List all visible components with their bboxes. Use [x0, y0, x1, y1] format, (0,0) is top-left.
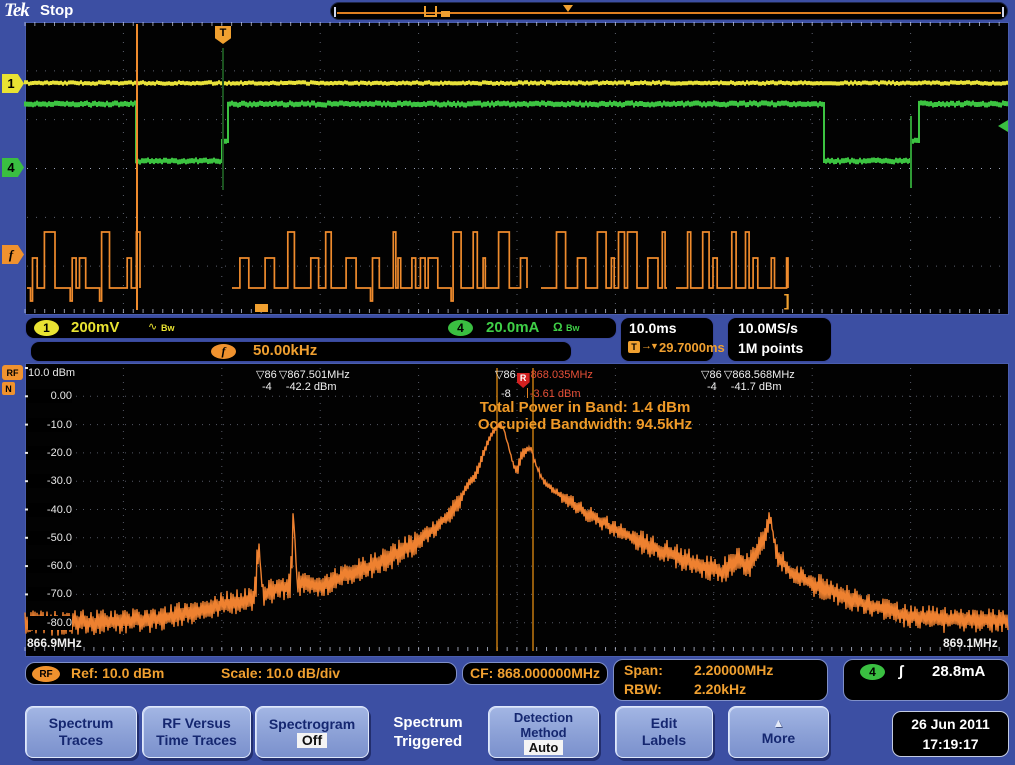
zoom-window-marker [424, 6, 437, 17]
marker-divider [527, 388, 528, 398]
ch4-impedance-icon: Ω [553, 320, 563, 334]
ch4-scale: 20.0mA [486, 319, 539, 337]
channel-1-badge: 1 [2, 74, 24, 93]
trigger-source-badge: 4 [860, 664, 885, 680]
rf-f-badge: f [211, 344, 236, 359]
record-end-tick [1002, 7, 1004, 17]
record-cursor-marker [441, 11, 450, 17]
gate-end-bracket: ] [784, 291, 790, 311]
record-start-tick [334, 7, 336, 17]
y-axis-tick: -30.0 [28, 474, 72, 488]
rf-normal-trace-badge: N [2, 382, 15, 395]
ch1-readout-badge: 1 [34, 320, 59, 336]
center-frequency-readout: CF: 868.000000MHz [470, 665, 600, 681]
start-frequency-label: 866.9MHz [27, 636, 82, 650]
y-axis-tick: -80.0 [28, 616, 72, 630]
rf-channel-badge: RF [2, 365, 23, 380]
menu-title: SpectrumTriggered [372, 713, 484, 751]
tek-logo: Tek [4, 0, 29, 22]
ch4-readout-badge: 4 [448, 320, 473, 336]
y-axis-tick: 0.00 [28, 389, 72, 403]
rbw-readout: 2.20kHz [694, 679, 746, 700]
spectrogram-button[interactable]: SpectrogramOff [255, 706, 369, 758]
ch1-coupling-icon: ∿ [148, 320, 157, 333]
acquisition-status: Stop [40, 2, 73, 19]
reference-marker-icon: R [517, 373, 530, 388]
y-axis-tick: -40.0 [28, 503, 72, 517]
trigger-readout-box: 4 ∫ 28.8mA [843, 659, 1009, 701]
y-axis-tick: -70.0 [28, 587, 72, 601]
datetime-box: 26 Jun 2011 17:19:17 [892, 711, 1009, 757]
trigger-level-readout: 28.8mA [932, 661, 985, 682]
marker-left: ▽86 ▽867.501MHz -4-42.2 dBm [256, 368, 350, 393]
trigger-t-icon: T [628, 341, 640, 353]
stop-frequency-label: 869.1MHz [943, 636, 998, 650]
occupied-bandwidth-annotation: Occupied Bandwidth: 94.5kHz [425, 416, 745, 433]
total-power-annotation: Total Power in Band: 1.4 dBm [425, 399, 745, 416]
rf-frequency-badge: f [2, 245, 24, 264]
rf-scale: 50.00kHz [253, 342, 317, 360]
trigger-position-icon [563, 5, 573, 12]
horizontal-readout-box: 10.0ms T → ▼ 29.7000ms [620, 317, 714, 362]
trigger-level-arrow-icon [998, 120, 1008, 132]
span-readout: 2.20000MHz [694, 660, 773, 681]
ch4-bandwidth-icon: Bw [566, 323, 580, 333]
time-domain-graticule [25, 22, 1009, 315]
rf-frequency-readout-bar: f 50.00kHz [30, 341, 572, 362]
y-axis-tick: -50.0 [28, 531, 72, 545]
detection-method-state: Auto [524, 740, 564, 755]
more-button[interactable]: ▲More [728, 706, 829, 758]
trigger-slope-icon: ∫ [899, 661, 903, 682]
position-marker-icon: ▼ [650, 341, 659, 351]
date-label: 26 Jun 2011 [911, 716, 990, 732]
center-frequency-box: CF: 868.000000MHz [462, 662, 608, 685]
record-view-bar [330, 2, 1008, 20]
detection-method-button[interactable]: DetectionMethodAuto [488, 706, 599, 758]
marker-center: ▽86 R 868.035MHz -8-3.61 dBm [495, 368, 593, 400]
ch1-scale: 200mV [71, 319, 119, 337]
y-axis-tick: -20.0 [28, 446, 72, 460]
spectrum-traces-button[interactable]: SpectrumTraces [25, 706, 137, 758]
marker-right: ▽86 ▽868.568MHz -4-41.7 dBm [701, 368, 795, 393]
rf-status-badge: RF [32, 666, 60, 682]
ref-level-label: 10.0 dBm [28, 366, 90, 380]
more-up-arrow-icon: ▲ [729, 717, 828, 730]
trigger-position-value: 29.7000ms [659, 339, 725, 357]
scale-readout: Scale: 10.0 dB/div [221, 663, 340, 684]
span-rbw-box: Span: 2.20000MHz RBW: 2.20kHz [613, 659, 828, 701]
ch1-bandwidth-icon: Bw [161, 323, 175, 333]
sample-rate: 10.0MS/s [738, 319, 798, 337]
ref-level-readout: Ref: 10.0 dBm [71, 663, 164, 684]
channel-readout-bar: 1 200mV ∿ Bw 4 20.0mA Ω Bw [25, 317, 617, 339]
record-length: 1M points [738, 339, 803, 357]
edit-labels-button[interactable]: EditLabels [615, 706, 713, 758]
rf-settings-box: RF Ref: 10.0 dBm Scale: 10.0 dB/div [25, 662, 457, 685]
spectrogram-state: Off [297, 733, 327, 748]
y-axis-tick: -60.0 [28, 559, 72, 573]
oscilloscope-screen: Tek Stop 1 4 f RF N T ] 1 200mV ∿ Bw 4 2… [0, 0, 1015, 765]
timebase-value: 10.0ms [629, 319, 676, 337]
rf-versus-time-traces-button[interactable]: RF VersusTime Traces [142, 706, 251, 758]
time-label: 17:19:17 [922, 736, 978, 752]
channel-4-badge: 4 [2, 158, 24, 177]
spectrum-time-marker [255, 304, 268, 312]
acquisition-readout-box: 10.0MS/s 1M points [727, 317, 832, 362]
y-axis-tick: -10.0 [28, 418, 72, 432]
